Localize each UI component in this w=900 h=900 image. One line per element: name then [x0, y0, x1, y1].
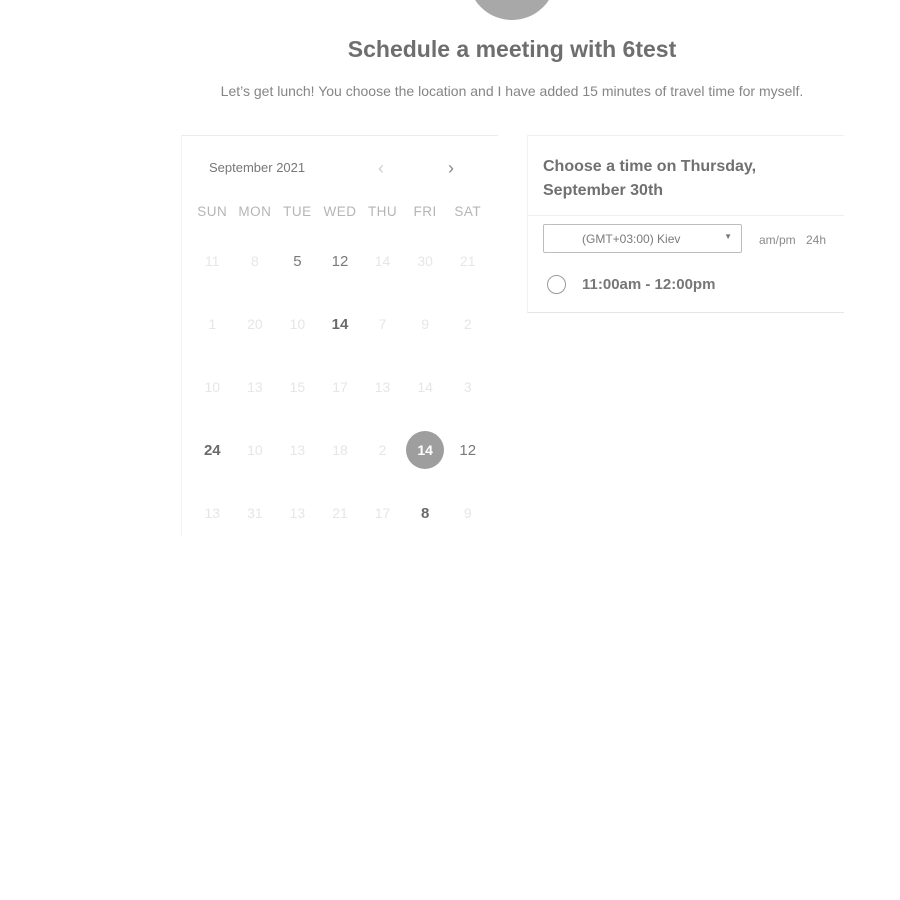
chevron-right-icon[interactable]: ›: [448, 159, 454, 177]
calendar-day: 18: [332, 442, 348, 458]
calendar-day[interactable]: 12: [319, 242, 362, 280]
weekday-header: SUN MON TUE WED THU FRI SAT: [191, 204, 489, 219]
calendar-day: 11: [205, 253, 220, 269]
calendar-day: 10: [289, 316, 306, 332]
calendar-day: 21: [332, 505, 348, 521]
calendar-day[interactable]: 5: [276, 242, 319, 280]
calendar-day[interactable]: 24: [191, 431, 234, 469]
calendar-day[interactable]: 12: [446, 431, 489, 469]
calendar-day: 13: [289, 442, 306, 458]
weekday-label: THU: [367, 204, 398, 219]
caret-down-icon: ▼: [724, 232, 732, 241]
calendar-day: 7: [378, 316, 387, 332]
weekday-label: TUE: [283, 204, 312, 219]
calendar-day: 13: [374, 379, 391, 395]
calendar-day: 3: [463, 379, 472, 395]
weekday-label: SAT: [454, 204, 482, 219]
calendar-day: 13: [247, 379, 263, 395]
weekday-label: WED: [323, 204, 357, 219]
calendar-days-grid: 11 8 5 12 14 30 21 1 20 10 14 7 9 2 10 13 15 17 13 14 3 24 10 1…: [191, 242, 489, 557]
24h-format-toggle[interactable]: 24h: [806, 233, 826, 247]
calendar-day: 1: [208, 316, 217, 332]
timezone-value: (GMT+03:00) Kiev: [582, 232, 681, 246]
calendar-day: 9: [421, 316, 430, 332]
calendar-day: 13: [289, 505, 306, 521]
calendar-day: 21: [459, 253, 476, 269]
calendar-day: 2: [463, 316, 472, 332]
weekday-label: FRI: [413, 204, 437, 219]
time-slot-option[interactable]: 11:00am - 12:00pm: [547, 273, 827, 299]
calendar-day: 17: [332, 379, 348, 395]
calendar: September 2021 ‹ › SUN MON TUE WED THU F…: [181, 135, 498, 536]
divider: [528, 215, 844, 216]
calendar-day: 10: [247, 442, 263, 458]
time-selection-panel: Choose a time on Thursday, September 30t…: [527, 135, 844, 313]
calendar-day: 9: [463, 505, 472, 521]
calendar-month-label: September 2021: [209, 160, 306, 175]
calendar-day: 20: [247, 316, 263, 332]
time-slot-label: 11:00am - 12:00pm: [582, 276, 716, 293]
calendar-day: 14: [374, 253, 391, 269]
calendar-day: 30: [417, 253, 433, 269]
calendar-day: 8: [250, 253, 259, 269]
calendar-day: 15: [289, 379, 306, 395]
weekday-label: SUN: [197, 204, 228, 219]
calendar-day: 14: [417, 379, 433, 395]
calendar-day-selected[interactable]: 14: [404, 431, 447, 469]
page-title: Schedule a meeting with 6test: [347, 36, 677, 62]
host-avatar: [468, 0, 556, 20]
chevron-left-icon[interactable]: ‹: [378, 159, 384, 177]
selected-day-label: 14: [406, 431, 445, 469]
calendar-day[interactable]: 8: [404, 494, 447, 532]
radio-button[interactable]: [547, 275, 566, 294]
calendar-day: 10: [204, 379, 221, 395]
timezone-select[interactable]: (GMT+03:00) Kiev ▼: [543, 224, 742, 253]
calendar-day: 13: [204, 505, 221, 521]
weekday-label: MON: [238, 204, 272, 219]
ampm-format-toggle[interactable]: am/pm: [759, 233, 796, 247]
time-panel-title: Choose a time on Thursday, September 30t…: [543, 158, 757, 199]
page-subtitle: Let’s get lunch! You choose the location…: [220, 83, 804, 99]
calendar-day[interactable]: 14: [319, 305, 362, 343]
calendar-day: 2: [378, 442, 387, 458]
calendar-day: 31: [247, 505, 263, 521]
calendar-day: 17: [374, 505, 391, 521]
